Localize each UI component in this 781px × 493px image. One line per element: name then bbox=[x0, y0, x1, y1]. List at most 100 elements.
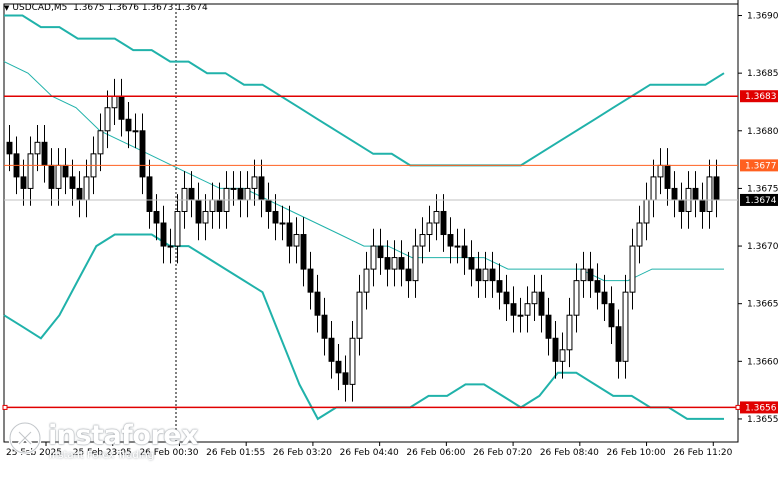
candle-body-93 bbox=[657, 164, 664, 178]
candle-body-21 bbox=[153, 210, 160, 224]
candle-body-28 bbox=[202, 210, 209, 224]
candle-body-100 bbox=[706, 176, 713, 212]
candle-body-78 bbox=[552, 337, 559, 362]
level-anchor-left bbox=[2, 404, 8, 410]
candle-body-90 bbox=[636, 222, 643, 247]
candle-body-14 bbox=[104, 107, 111, 132]
high-value: 1.3676 bbox=[107, 3, 139, 13]
bollinger-upper-line bbox=[4, 14, 725, 167]
candle-body-68 bbox=[482, 268, 489, 282]
level-anchor-right bbox=[735, 404, 741, 410]
candle-body-61 bbox=[433, 210, 440, 224]
candle-body-23 bbox=[167, 245, 174, 248]
candle-body-84 bbox=[594, 280, 601, 293]
y-tick-label-4: 1.3670 bbox=[747, 242, 779, 252]
candle-body-54 bbox=[384, 257, 391, 270]
y-tick-label-2: 1.3680 bbox=[747, 127, 779, 137]
candle-body-33 bbox=[237, 187, 244, 201]
y-tick-label-6: 1.3660 bbox=[747, 357, 779, 367]
candle-body-35 bbox=[251, 176, 258, 189]
candle-body-52 bbox=[370, 245, 377, 270]
candle-body-34 bbox=[244, 187, 251, 201]
candle-body-41 bbox=[293, 234, 300, 247]
candle-body-20 bbox=[146, 176, 153, 212]
candle-body-58 bbox=[412, 245, 419, 282]
candle-body-50 bbox=[356, 291, 363, 339]
candle-body-66 bbox=[468, 257, 475, 270]
candle-body-83 bbox=[587, 268, 594, 282]
level-tag-label-2: 1.3656 bbox=[745, 403, 777, 413]
candle-body-44 bbox=[314, 291, 321, 316]
moving-average-line bbox=[3, 61, 724, 282]
candle-body-40 bbox=[286, 222, 293, 247]
candle-body-39 bbox=[279, 222, 286, 225]
candle-body-65 bbox=[461, 245, 468, 259]
candle-body-15 bbox=[111, 95, 118, 109]
chart-header: ▼ USDCAD,M5 1.3675 1.3676 1.3673 1.3674 bbox=[4, 3, 208, 13]
candle-body-96 bbox=[678, 199, 685, 212]
candle-body-36 bbox=[258, 176, 265, 201]
candle-body-75 bbox=[531, 291, 538, 305]
candle-body-17 bbox=[125, 118, 132, 132]
y-tick-label-0: 1.3690 bbox=[747, 12, 779, 22]
candle-body-73 bbox=[517, 314, 524, 317]
candle-body-69 bbox=[489, 268, 496, 282]
candle-body-70 bbox=[496, 280, 503, 293]
candle-body-27 bbox=[195, 199, 202, 224]
candle-body-79 bbox=[559, 349, 566, 362]
plot-frame bbox=[3, 3, 739, 443]
candle-body-71 bbox=[503, 291, 510, 305]
candle-body-51 bbox=[363, 268, 370, 293]
candle-body-101 bbox=[713, 176, 720, 201]
candle-body-8 bbox=[62, 164, 69, 178]
x-tick-label-6: 26 Feb 06:00 bbox=[406, 448, 465, 458]
candle-body-30 bbox=[216, 199, 223, 212]
candle-body-9 bbox=[69, 176, 76, 189]
x-tick-label-3: 26 Feb 01:55 bbox=[206, 448, 265, 458]
close-value: 1.3674 bbox=[176, 3, 208, 13]
symbol-label: USDCAD,M5 bbox=[12, 3, 68, 13]
current-price-tag-label: 1.3674 bbox=[745, 196, 777, 206]
candle-body-32 bbox=[230, 187, 237, 190]
candle-body-56 bbox=[398, 257, 405, 270]
candle-body-42 bbox=[300, 234, 307, 270]
candle-body-74 bbox=[524, 303, 531, 316]
x-tick-label-9: 26 Feb 10:00 bbox=[607, 448, 666, 458]
candle-body-76 bbox=[538, 291, 545, 316]
candle-body-0 bbox=[6, 141, 13, 155]
candle-body-80 bbox=[566, 314, 573, 351]
candle-body-37 bbox=[265, 199, 272, 212]
candle-body-5 bbox=[41, 141, 48, 166]
x-tick-label-10: 26 Feb 11:20 bbox=[673, 448, 732, 458]
x-tick-label-5: 26 Feb 04:40 bbox=[340, 448, 399, 458]
candle-body-63 bbox=[447, 234, 454, 247]
level-tag-label-0: 1.3683 bbox=[745, 92, 777, 102]
candle-body-19 bbox=[139, 130, 146, 178]
candle-body-95 bbox=[671, 187, 678, 201]
chart-area[interactable]: 1.3690 1.3685 1.3680 1.3675 1.3670 1.3665 1.36… bbox=[0, 0, 781, 489]
instaforex-logo-icon bbox=[8, 421, 42, 455]
candle-body-48 bbox=[342, 372, 349, 385]
low-value: 1.3673 bbox=[141, 3, 174, 13]
candle-body-89 bbox=[629, 245, 636, 293]
candle-body-92 bbox=[650, 176, 657, 201]
instaforex-logo: instaforex Instant Forex Trading bbox=[8, 420, 199, 470]
candle-body-60 bbox=[426, 222, 433, 236]
candle-body-26 bbox=[188, 187, 195, 201]
candle-body-43 bbox=[307, 268, 314, 293]
price-chart[interactable]: 1.3690 1.3685 1.3680 1.3675 1.3670 1.3665 1.36… bbox=[0, 0, 781, 489]
y-tick-label-5: 1.3665 bbox=[747, 300, 779, 310]
candle-body-87 bbox=[615, 326, 622, 362]
candle-body-98 bbox=[692, 187, 699, 201]
candle-body-64 bbox=[454, 245, 461, 248]
candle-body-7 bbox=[55, 164, 62, 189]
candle-body-45 bbox=[321, 314, 328, 339]
candle-body-57 bbox=[405, 268, 412, 282]
x-tick-label-8: 26 Feb 08:40 bbox=[540, 448, 599, 458]
dropdown-arrow-icon[interactable]: ▼ bbox=[4, 4, 9, 12]
candle-body-18 bbox=[132, 130, 139, 133]
candle-body-38 bbox=[272, 210, 279, 224]
y-tick-label-1: 1.3685 bbox=[747, 69, 779, 79]
candle-body-24 bbox=[174, 210, 181, 247]
x-tick-label-7: 26 Feb 07:20 bbox=[473, 448, 532, 458]
